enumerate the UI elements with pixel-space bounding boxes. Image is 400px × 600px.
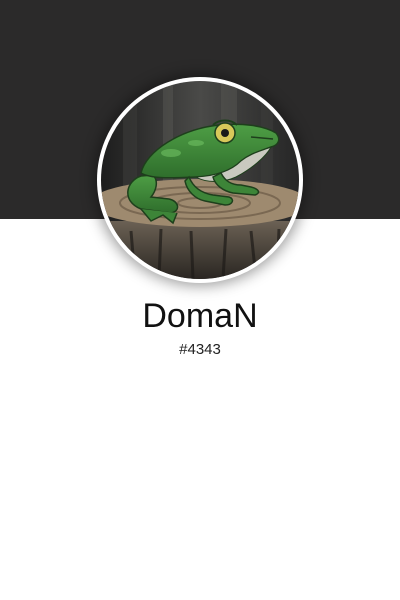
username: DomaN bbox=[142, 297, 258, 335]
profile-card: DomaN #4343 bbox=[0, 0, 400, 600]
user-discriminator: #4343 bbox=[179, 341, 221, 358]
avatar bbox=[101, 81, 299, 279]
frog-avatar-image bbox=[101, 81, 299, 279]
avatar-frame[interactable] bbox=[97, 77, 303, 283]
